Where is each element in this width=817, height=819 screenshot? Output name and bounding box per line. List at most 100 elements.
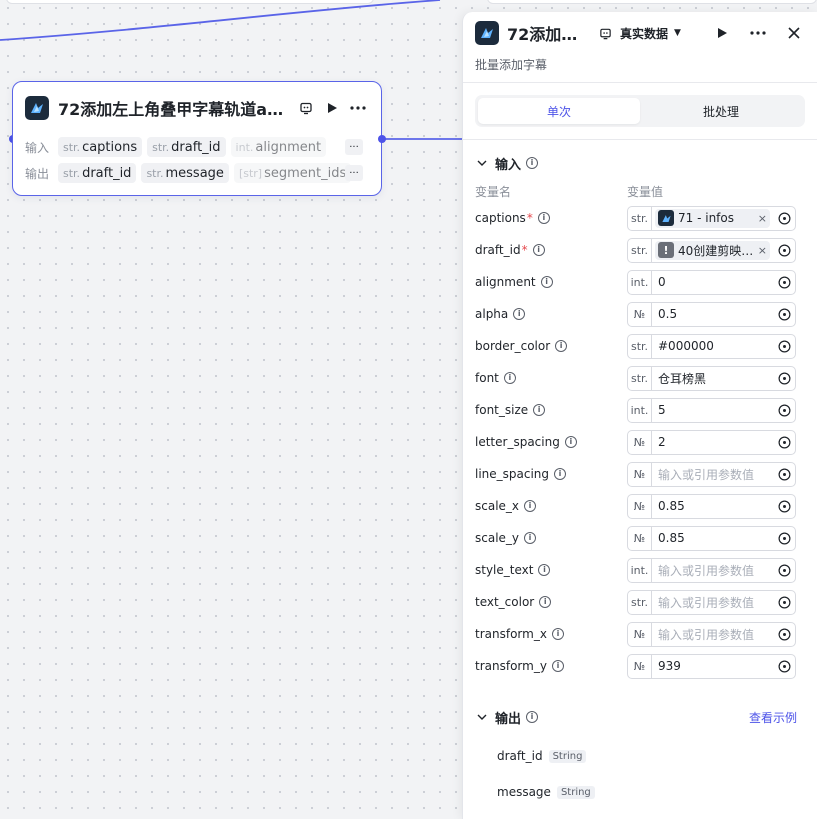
test-data-icon[interactable] [295,97,317,119]
param-value[interactable]: 939 [652,659,773,673]
node-output-port[interactable] [378,135,386,143]
reference-picker-icon[interactable] [773,244,795,257]
param-value[interactable]: 2 [652,435,773,449]
reference-picker-icon[interactable] [773,212,795,225]
param-row-transform-y: transform_y i № 939 [463,650,817,682]
caret-down-icon: ▼ [674,28,681,38]
test-data-icon [600,28,611,39]
font-size-field[interactable]: int. 5 [627,397,796,423]
param-row-text-color: text_color i str. 输入或引用参数值 [463,586,817,618]
info-icon: i [524,500,537,512]
output-row-message: message String [463,774,817,810]
param-value[interactable]: 0.5 [652,307,773,321]
info-icon: i [533,404,546,416]
param-value[interactable]: 0.85 [652,531,773,545]
alpha-field[interactable]: № 0.5 [627,301,796,327]
param-value[interactable]: 输入或引用参数值 [652,594,773,611]
param-value[interactable]: 输入或引用参数值 [652,466,773,483]
param-value[interactable]: 输入或引用参数值 [652,562,773,579]
info-icon: i [538,564,551,576]
node-detail-panel: 72添加… 真实数据 ▼ 批量添加字幕 单次 批处理 输入 i 变量名 变量值 … [462,12,817,819]
run-icon[interactable] [321,97,343,119]
scale-x-field[interactable]: № 0.85 [627,493,796,519]
offscreen-node[interactable] [6,0,374,4]
param-row-letter-spacing: letter_spacing i № 2 [463,426,817,458]
inputs-more-button[interactable]: ··· [345,139,363,155]
param-row-style-text: style_text i int. 输入或引用参数值 [463,554,817,586]
info-icon: i [551,660,564,672]
data-mode-dropdown[interactable]: 真实数据 ▼ [599,25,681,42]
outputs-more-button[interactable]: ··· [345,165,363,181]
reference-picker-icon[interactable] [773,596,795,609]
tab-batch[interactable]: 批处理 [640,98,802,124]
params-list: captions * i str. 71 - infos × draft_id * i … [463,202,817,682]
info-icon: i [554,468,567,480]
output-row-draft-id: draft_id String [463,738,817,774]
param-row-scale-y: scale_y i № 0.85 [463,522,817,554]
more-options-icon[interactable] [347,97,369,119]
reference-picker-icon[interactable] [773,340,795,353]
param-value[interactable]: 仓耳榜黑 [652,370,773,387]
remove-reference-icon[interactable]: × [758,212,767,225]
chevron-down-icon [475,714,489,720]
output-section-header[interactable]: 输出 i 查看示例 [463,700,817,734]
param-row-transform-x: transform_x i № 输入或引用参数值 [463,618,817,650]
info-icon: i [551,628,564,640]
style-text-field[interactable]: int. 输入或引用参数值 [627,557,796,583]
param-value[interactable]: 输入或引用参数值 [652,626,773,643]
param-row-font-size: font_size i int. 5 [463,394,817,426]
view-example-link[interactable]: 查看示例 [749,709,797,726]
params-column-header: 变量名 变量值 [475,184,664,199]
line-spacing-field[interactable]: № 输入或引用参数值 [627,461,796,487]
transform-x-field[interactable]: № 输入或引用参数值 [627,621,796,647]
info-icon: i [564,436,577,448]
info-icon: i [526,157,539,169]
input-section-header[interactable]: 输入 i [463,146,817,180]
font-field[interactable]: str. 仓耳榜黑 [627,365,796,391]
input-chip-alignment: int. alignment [230,137,327,157]
param-row-draft-id: draft_id * i str. ! 40创建剪映… × [463,234,817,266]
param-value[interactable]: 0.85 [652,499,773,513]
param-value[interactable]: 0 [652,275,773,289]
text-color-field[interactable]: str. 输入或引用参数值 [627,589,796,615]
param-row-alpha: alpha i № 0.5 [463,298,817,330]
info-icon: i [532,244,545,256]
more-options-icon[interactable] [747,22,769,44]
reference-picker-icon[interactable] [773,308,795,321]
reference-picker-icon[interactable] [773,564,795,577]
plugin-icon [658,210,674,226]
reference-tag: 71 - infos × [655,208,770,228]
reference-picker-icon[interactable] [773,436,795,449]
input-chip-draft-id: str. draft_id [147,137,226,157]
close-icon[interactable] [783,22,805,44]
param-value[interactable]: 5 [652,403,773,417]
run-icon[interactable] [711,22,733,44]
tab-single[interactable]: 单次 [478,98,640,124]
reference-picker-icon[interactable] [773,372,795,385]
draft-id-field[interactable]: str. ! 40创建剪映… × [627,237,796,263]
info-icon: i [537,212,550,224]
offscreen-node[interactable] [487,0,817,4]
workflow-node[interactable]: 72添加左上角叠甲字幕轨道a… 输入 str. captions str. draf… [12,81,382,196]
transform-y-field[interactable]: № 939 [627,653,796,679]
reference-picker-icon[interactable] [773,276,795,289]
reference-picker-icon[interactable] [773,532,795,545]
alignment-field[interactable]: int. 0 [627,269,796,295]
node-outputs-row: 输出 str. draft_id str. message [str] segment… [13,160,381,186]
info-icon: i [503,372,516,384]
info-icon: i [526,711,539,723]
captions-field[interactable]: str. 71 - infos × [627,205,796,231]
reference-picker-icon[interactable] [773,500,795,513]
scale-y-field[interactable]: № 0.85 [627,525,796,551]
letter-spacing-field[interactable]: № 2 [627,429,796,455]
reference-picker-icon[interactable] [773,468,795,481]
reference-picker-icon[interactable] [773,404,795,417]
node-inputs-row: 输入 str. captions str. draft_id int. alignme… [13,134,381,160]
panel-title: 72添加… [507,25,578,44]
reference-picker-icon[interactable] [773,660,795,673]
info-icon: i [555,340,568,352]
param-value[interactable]: #000000 [652,339,773,353]
remove-reference-icon[interactable]: × [758,244,767,257]
reference-picker-icon[interactable] [773,628,795,641]
border-color-field[interactable]: str. #000000 [627,333,796,359]
